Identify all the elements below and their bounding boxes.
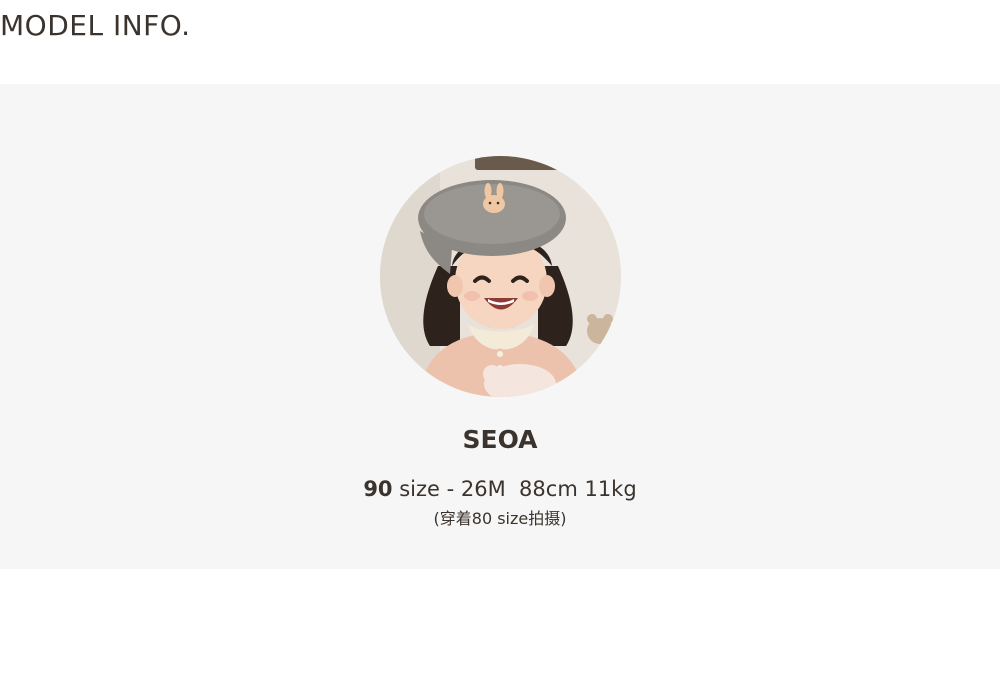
model-size-info: 90 size - 26M 88cm 11kg <box>0 473 1000 505</box>
model-name: SEOA <box>462 425 538 454</box>
section-heading: MODEL INFO. <box>0 9 191 42</box>
model-size-details: size - 26M 88cm 11kg <box>392 477 637 501</box>
model-info-panel: SEOA 90 size - 26M 88cm 11kg (穿着80 size拍… <box>0 84 1000 569</box>
model-size-number: 90 <box>363 477 393 501</box>
model-info-page: MODEL INFO. SEOA 90 size - 26M 88cm 11kg… <box>0 0 1000 682</box>
model-photo-illustration <box>380 156 621 397</box>
model-size-note: (穿着80 size拍摄) <box>433 509 567 528</box>
model-photo <box>380 156 621 397</box>
